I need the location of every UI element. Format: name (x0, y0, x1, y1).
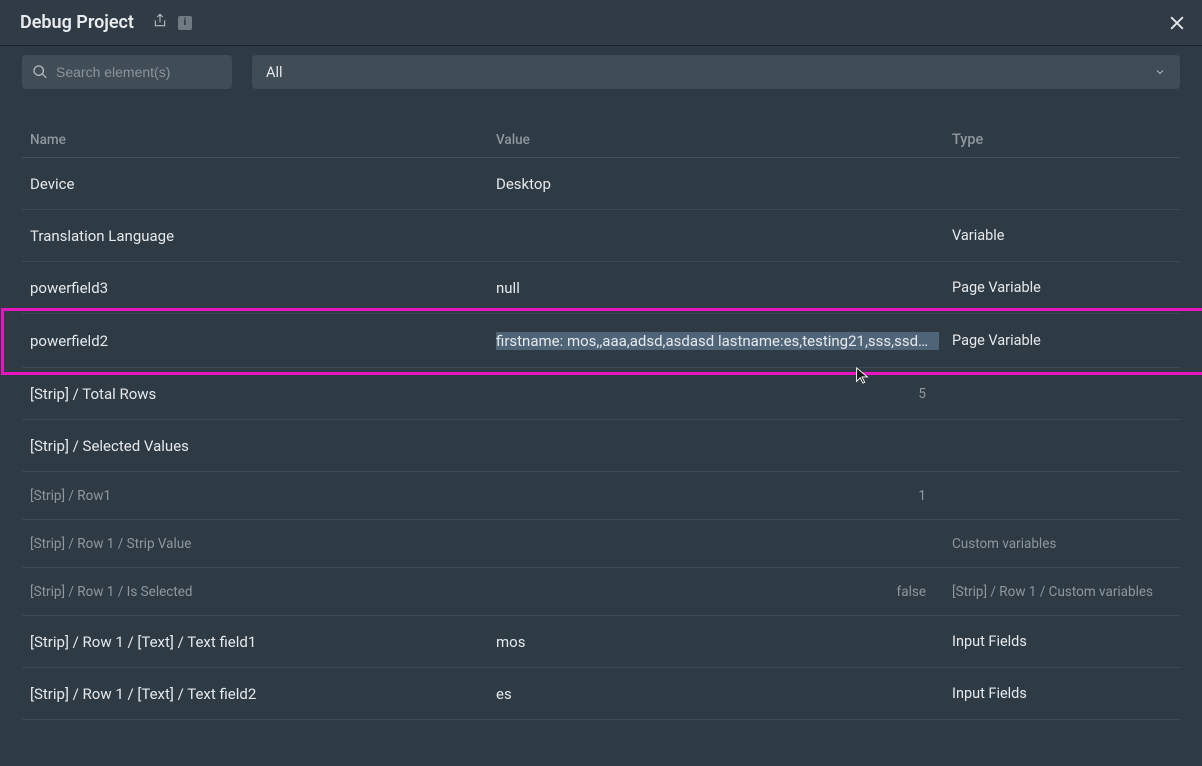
filter-selected-label: All (266, 64, 283, 81)
search-box[interactable] (22, 55, 232, 89)
cell-name: [Strip] / Selected Values (22, 437, 496, 455)
cell-name: [Strip] / Row 1 / Is Selected (22, 584, 496, 600)
table-body: DeviceDesktop Translation Language Variabl… (22, 158, 1180, 720)
cell-value: firstname: mos,,aaa,adsd,asdasd lastname… (496, 332, 952, 350)
cell-value: Desktop (496, 175, 952, 193)
col-header-value: Value (496, 132, 952, 148)
cell-name: [Strip] / Row 1 / Strip Value (22, 536, 496, 552)
table-header: Name Value Type (22, 98, 1180, 158)
cell-name: powerfield3 (22, 279, 496, 297)
header-icons: i (152, 13, 192, 33)
table-row[interactable]: [Strip] / Row 1 / [Text] / Text field2es… (22, 668, 1180, 720)
search-icon (32, 64, 48, 80)
info-icon[interactable]: i (178, 16, 192, 30)
table-row[interactable]: [Strip] / Row11 (22, 472, 1180, 520)
toolbar: All (0, 46, 1202, 98)
cell-type: Variable (952, 227, 1180, 244)
cell-type: Input Fields (952, 633, 1180, 650)
cell-value: null (496, 279, 952, 297)
cell-type: Page Variable (952, 332, 1180, 349)
cell-value: false (496, 584, 952, 600)
table-row[interactable]: [Strip] / Total Rows5 (22, 368, 1180, 420)
table-row[interactable]: [Strip] / Row 1 / [Text] / Text field1mo… (22, 616, 1180, 668)
cell-value: 5 (496, 386, 952, 402)
cell-type: Custom variables (952, 536, 1180, 552)
cell-name: [Strip] / Total Rows (22, 385, 496, 403)
table-row[interactable]: DeviceDesktop (22, 158, 1180, 210)
share-icon[interactable] (152, 13, 168, 33)
table-row[interactable]: powerfield2firstname: mos,,aaa,adsd,asda… (22, 314, 1180, 368)
header-bar: Debug Project i (0, 0, 1202, 46)
cell-value: mos (496, 633, 952, 651)
cell-name: powerfield2 (22, 332, 496, 350)
cell-name: [Strip] / Row1 (22, 488, 496, 504)
selected-text: firstname: mos,,aaa,adsd,asdasd lastname… (496, 332, 939, 350)
cell-name: [Strip] / Row 1 / [Text] / Text field1 (22, 633, 496, 651)
cell-type: [Strip] / Row 1 / Custom variables (952, 584, 1180, 600)
cell-type: Page Variable (952, 279, 1180, 296)
cell-type: Input Fields (952, 685, 1180, 702)
cell-name: Device (22, 175, 496, 193)
cell-name: Translation Language (22, 227, 496, 245)
table-row[interactable]: Translation Language Variable (22, 210, 1180, 262)
col-header-name: Name (22, 132, 496, 148)
col-header-type: Type (952, 131, 1180, 148)
window-title: Debug Project (20, 12, 134, 33)
table-row[interactable]: [Strip] / Row 1 / Is Selectedfalse[Strip… (22, 568, 1180, 616)
chevron-down-icon (1154, 66, 1166, 78)
table-row[interactable]: [Strip] / Row 1 / Strip Value Custom vari… (22, 520, 1180, 568)
table-row[interactable]: powerfield3nullPage Variable (22, 262, 1180, 314)
cell-name: [Strip] / Row 1 / [Text] / Text field2 (22, 685, 496, 703)
cell-value: 1 (496, 488, 952, 504)
table-row[interactable]: [Strip] / Selected Values (22, 420, 1180, 472)
filter-dropdown[interactable]: All (252, 55, 1180, 89)
close-button[interactable] (1164, 10, 1190, 36)
debug-table: Name Value Type DeviceDesktopTranslation… (0, 98, 1202, 720)
cell-value: es (496, 685, 952, 703)
search-input[interactable] (56, 64, 237, 80)
